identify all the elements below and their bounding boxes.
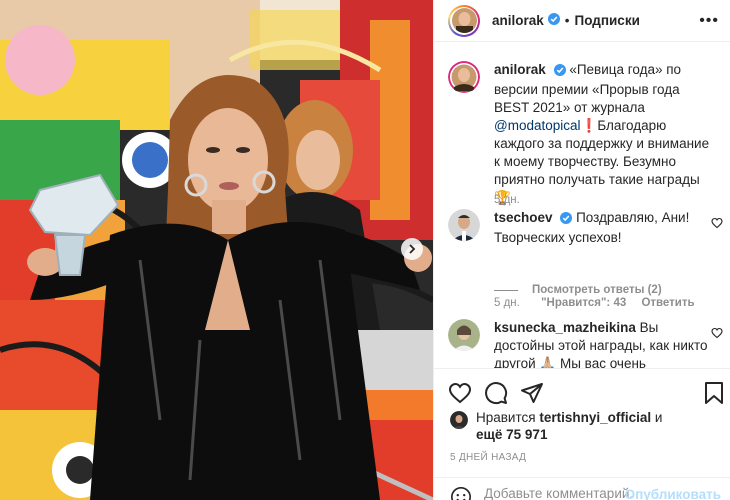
action-icons-row [448, 381, 723, 407]
add-comment-row: Опубликовать [434, 477, 730, 500]
heart-icon [711, 217, 723, 229]
emoji-icon [451, 487, 471, 500]
post-modal: anilorak • Подписки ••• anilorak «Певица… [0, 0, 730, 500]
heart-icon [448, 382, 472, 404]
separator: • [564, 13, 570, 28]
emoji-button[interactable] [450, 486, 472, 500]
post-actions: Нравится tertishnyi_official и ещё 75 97… [434, 368, 730, 500]
avatar [451, 8, 477, 33]
comment-username[interactable]: ksunecka_mazheikina [494, 320, 636, 335]
more-options-icon[interactable]: ••• [699, 12, 719, 30]
share-icon [521, 383, 543, 403]
following-button[interactable]: Подписки [575, 13, 640, 28]
author-username[interactable]: anilorak [492, 13, 544, 28]
verified-badge-icon [560, 211, 573, 229]
likes-conjunction: и [651, 410, 663, 425]
like-comment-button[interactable] [711, 327, 723, 342]
mention-link[interactable]: @modatopical [494, 118, 581, 133]
comment-input[interactable] [484, 486, 634, 500]
caption-time[interactable]: 5 дн. [494, 194, 520, 206]
caption-username[interactable]: anilorak [494, 62, 546, 77]
comment-meta: 5 дн. "Нравится": 43 Ответить [494, 297, 695, 309]
post-date[interactable]: 5 дней назад [450, 452, 526, 463]
bookmark-icon [705, 382, 723, 404]
comment-icon [485, 382, 508, 405]
post-header: anilorak • Подписки ••• [434, 0, 730, 42]
comment-text: ksunecka_mazheikina Вы достойны этой наг… [494, 319, 718, 368]
caption-text: anilorak «Певица года» по версии премии … [494, 61, 718, 207]
avatar[interactable] [448, 319, 480, 351]
caption: anilorak «Певица года» по версии премии … [448, 61, 723, 206]
likes-summary: Нравится tertishnyi_official и ещё 75 97… [450, 409, 720, 443]
avatar[interactable] [450, 411, 468, 429]
post-details-panel: anilorak • Подписки ••• anilorak «Певица… [433, 0, 730, 500]
like-button[interactable] [448, 381, 472, 408]
view-replies-label: Посмотреть ответы (2) [532, 284, 662, 296]
comment-button[interactable] [484, 381, 508, 408]
share-button[interactable] [520, 381, 544, 408]
divider [494, 289, 518, 291]
save-button[interactable] [703, 381, 725, 408]
post-photo[interactable] [0, 0, 433, 500]
comment-username[interactable]: tsechoev [494, 210, 553, 225]
verified-badge-icon [547, 13, 560, 28]
comment-item: ksunecka_mazheikina Вы достойны этой наг… [448, 319, 723, 368]
likes-prefix: Нравится [476, 410, 540, 425]
comment-time[interactable]: 5 дн. [494, 297, 520, 309]
heart-icon [711, 327, 723, 339]
avatar[interactable] [448, 61, 480, 93]
like-comment-button[interactable] [711, 217, 723, 232]
chevron-right-icon [409, 244, 416, 254]
comments-list[interactable]: anilorak «Певица года» по версии премии … [434, 43, 730, 368]
view-replies-button[interactable]: Посмотреть ответы (2) [494, 284, 662, 296]
reply-button[interactable]: Ответить [641, 297, 694, 309]
exclamation-emoji: ❗ [580, 118, 598, 133]
comment-item: tsechoev Поздравляю, Ани! Творческих усп… [448, 209, 723, 329]
verified-badge-icon [553, 63, 566, 81]
photo-of-singer-with-award [0, 0, 433, 500]
comment-likes[interactable]: "Нравится": 43 [541, 297, 626, 309]
likes-count[interactable]: ещё 75 971 [476, 427, 547, 442]
liker-username[interactable]: tertishnyi_official [539, 410, 651, 425]
next-photo-button[interactable] [401, 238, 423, 260]
comment-text: tsechoev Поздравляю, Ани! Творческих усп… [494, 209, 718, 247]
publish-button[interactable]: Опубликовать [625, 487, 721, 500]
story-ring[interactable] [448, 4, 480, 37]
avatar[interactable] [448, 209, 480, 241]
